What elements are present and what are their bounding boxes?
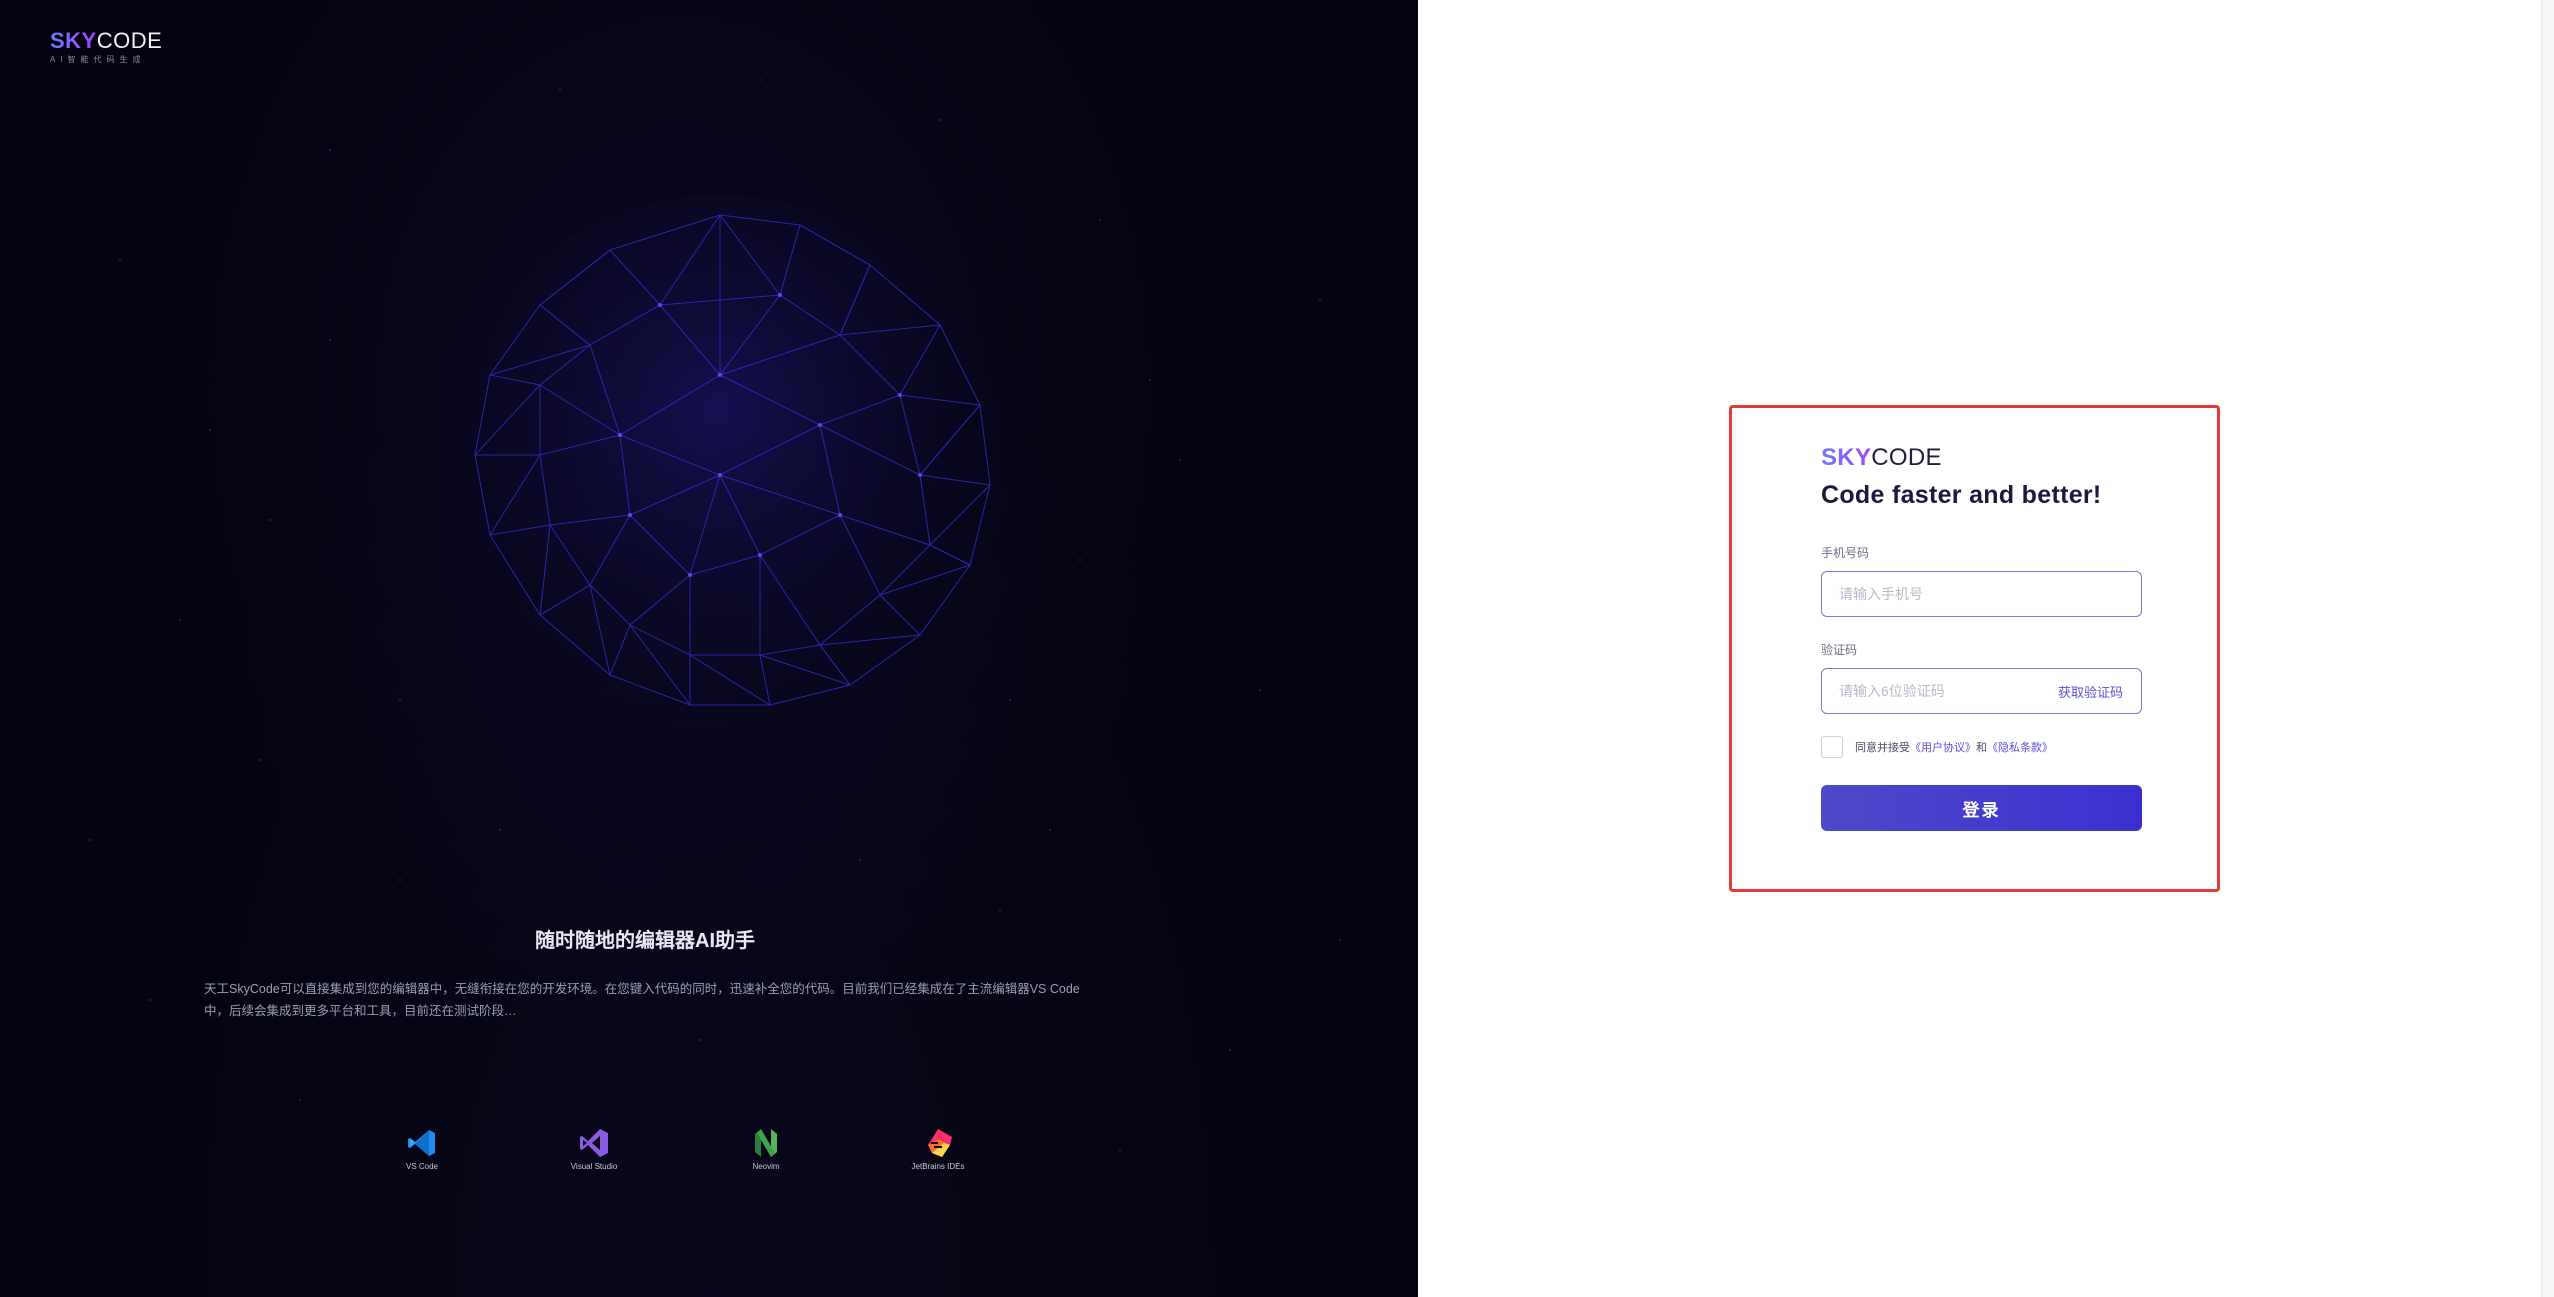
supported-editors: VS Code Visual Studio Neovim JetBrains I… bbox=[336, 1126, 1024, 1171]
editor-visual-studio: Visual Studio bbox=[508, 1126, 680, 1171]
editor-label: Visual Studio bbox=[570, 1162, 618, 1171]
vscode-icon bbox=[405, 1126, 439, 1160]
editor-neovim: Neovim bbox=[680, 1126, 852, 1171]
phone-input[interactable] bbox=[1837, 585, 2126, 603]
hero-title: 随时随地的编辑器AI助手 bbox=[535, 930, 755, 952]
card-logo-code: CODE bbox=[1871, 444, 1942, 471]
hero-description: 天工SkyCode可以直接集成到您的编辑器中，无缝衔接在您的开发环境。在您键入代… bbox=[204, 982, 1080, 1018]
get-code-button[interactable]: 获取验证码 bbox=[2058, 682, 2123, 701]
card-logo: SKYCODE bbox=[1821, 446, 2142, 470]
neovim-icon bbox=[749, 1126, 783, 1160]
login-heading: Code faster and better! bbox=[1821, 481, 2102, 509]
editor-label: VS Code bbox=[405, 1162, 439, 1171]
user-agreement-link[interactable]: 《用户协议》 bbox=[1910, 739, 1976, 755]
code-field: 获取验证码 bbox=[1821, 668, 2142, 714]
visual-studio-icon bbox=[577, 1126, 611, 1160]
scrollbar[interactable] bbox=[2541, 0, 2554, 1297]
code-label: 验证码 bbox=[1821, 643, 1858, 657]
wireframe-globe-graphic bbox=[440, 195, 1000, 735]
jetbrains-icon bbox=[921, 1126, 955, 1160]
login-form: SKYCODE Code faster and better! 手机号码 验证码… bbox=[1821, 446, 2142, 831]
editor-label: JetBrains IDEs bbox=[911, 1162, 965, 1171]
agreement-and: 和 bbox=[1976, 742, 1987, 754]
brand-logo-text: SKYCODE bbox=[50, 30, 162, 52]
editor-vscode: VS Code bbox=[336, 1126, 508, 1171]
login-button[interactable]: 登录 bbox=[1821, 785, 2142, 831]
hero-panel: SKYCODE AI智能代码生成 随时随地的编辑器AI助手 天工SkyCode可… bbox=[0, 0, 1418, 1297]
agreement-checkbox[interactable] bbox=[1821, 736, 1843, 758]
card-logo-sky: SKY bbox=[1821, 444, 1872, 471]
phone-field bbox=[1821, 571, 2142, 617]
login-card: SKYCODE Code faster and better! 手机号码 验证码… bbox=[1729, 405, 2220, 892]
editor-label: Neovim bbox=[752, 1162, 780, 1171]
agreement-prefix: 同意并接受 bbox=[1855, 742, 1910, 754]
privacy-policy-link[interactable]: 《隐私条款》 bbox=[1987, 739, 2053, 755]
brand-logo: SKYCODE AI智能代码生成 bbox=[50, 30, 162, 64]
brand-tagline: AI智能代码生成 bbox=[50, 55, 146, 64]
brand-logo-sky: SKY bbox=[50, 28, 97, 53]
login-panel: SKYCODE Code faster and better! 手机号码 验证码… bbox=[1418, 0, 2554, 1297]
editor-jetbrains: JetBrains IDEs bbox=[852, 1126, 1024, 1171]
brand-logo-code: CODE bbox=[96, 28, 163, 53]
agreement-row: 同意并接受 《用户协议》 和 《隐私条款》 bbox=[1821, 736, 2142, 758]
phone-label: 手机号码 bbox=[1821, 546, 1870, 560]
login-page: SKYCODE AI智能代码生成 随时随地的编辑器AI助手 天工SkyCode可… bbox=[0, 0, 2554, 1297]
